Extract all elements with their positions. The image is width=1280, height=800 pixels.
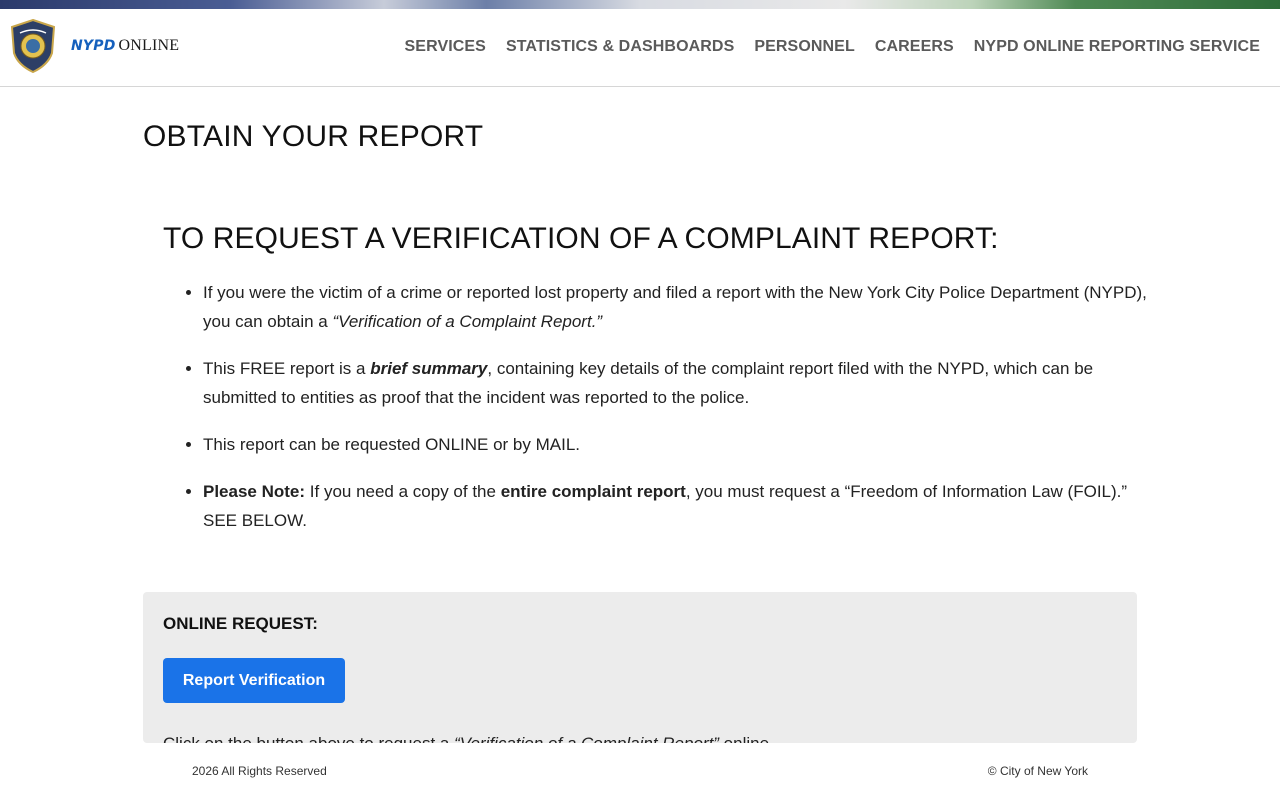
nav-statistics-dashboards[interactable]: STATISTICS & DASHBOARDS — [506, 38, 734, 56]
online-request-title: ONLINE REQUEST: — [163, 614, 318, 633]
main-nav: SERVICES STATISTICS & DASHBOARDS PERSONN… — [405, 38, 1260, 56]
brand-nypd: NYPD — [71, 38, 116, 54]
list-item: Please Note: If you need a copy of the e… — [203, 477, 1148, 535]
bullet-3-text: This report can be requested ONLINE or b… — [203, 435, 581, 454]
list-item: This FREE report is a brief summary, con… — [203, 354, 1148, 412]
online-request-note: Click on the button above to request a “… — [163, 734, 774, 743]
online-request-panel: ONLINE REQUEST: Report Verification Clic… — [143, 592, 1137, 743]
nav-personnel[interactable]: PERSONNEL — [754, 38, 854, 56]
site-footer: 2026 All Rights Reserved © City of New Y… — [0, 743, 1280, 800]
nypd-badge-icon[interactable] — [10, 19, 56, 73]
section-title: TO REQUEST A VERIFICATION OF A COMPLAINT… — [163, 222, 999, 255]
footer-copyright: 2026 All Rights Reserved — [192, 764, 327, 778]
list-item: This report can be requested ONLINE or b… — [203, 430, 1148, 459]
bullet-2-before: This FREE report is a — [203, 359, 371, 378]
nav-online-reporting-service[interactable]: NYPD ONLINE REPORTING SERVICE — [974, 38, 1260, 56]
nav-services[interactable]: SERVICES — [405, 38, 486, 56]
footer-city[interactable]: © City of New York — [988, 764, 1088, 778]
nav-careers[interactable]: CAREERS — [875, 38, 954, 56]
list-item: If you were the victim of a crime or rep… — [203, 278, 1148, 336]
bullet-4-label: Please Note: — [203, 482, 306, 501]
note-italic: “Verification of a Complaint Report” — [454, 734, 719, 743]
note-after: online. — [719, 734, 774, 743]
note-before: Click on the button above to request a — [163, 734, 454, 743]
bullet-2-bold: brief summary — [370, 359, 488, 378]
site-header: NYPD ONLINE SERVICES STATISTICS & DASHBOA… — [0, 9, 1280, 87]
bullet-4-before: If you need a copy of the — [305, 482, 501, 501]
bullet-1-italic: “Verification of a Complaint Report.” — [332, 312, 603, 331]
report-verification-button[interactable]: Report Verification — [163, 658, 345, 703]
site-logo-text[interactable]: NYPD ONLINE — [71, 37, 179, 55]
brand-online: ONLINE — [118, 37, 180, 54]
bullet-4-bold: entire complaint report — [500, 482, 686, 501]
page-title: OBTAIN YOUR REPORT — [143, 120, 484, 153]
info-list: If you were the victim of a crime or rep… — [163, 278, 1148, 553]
flag-banner-strip — [0, 0, 1280, 9]
